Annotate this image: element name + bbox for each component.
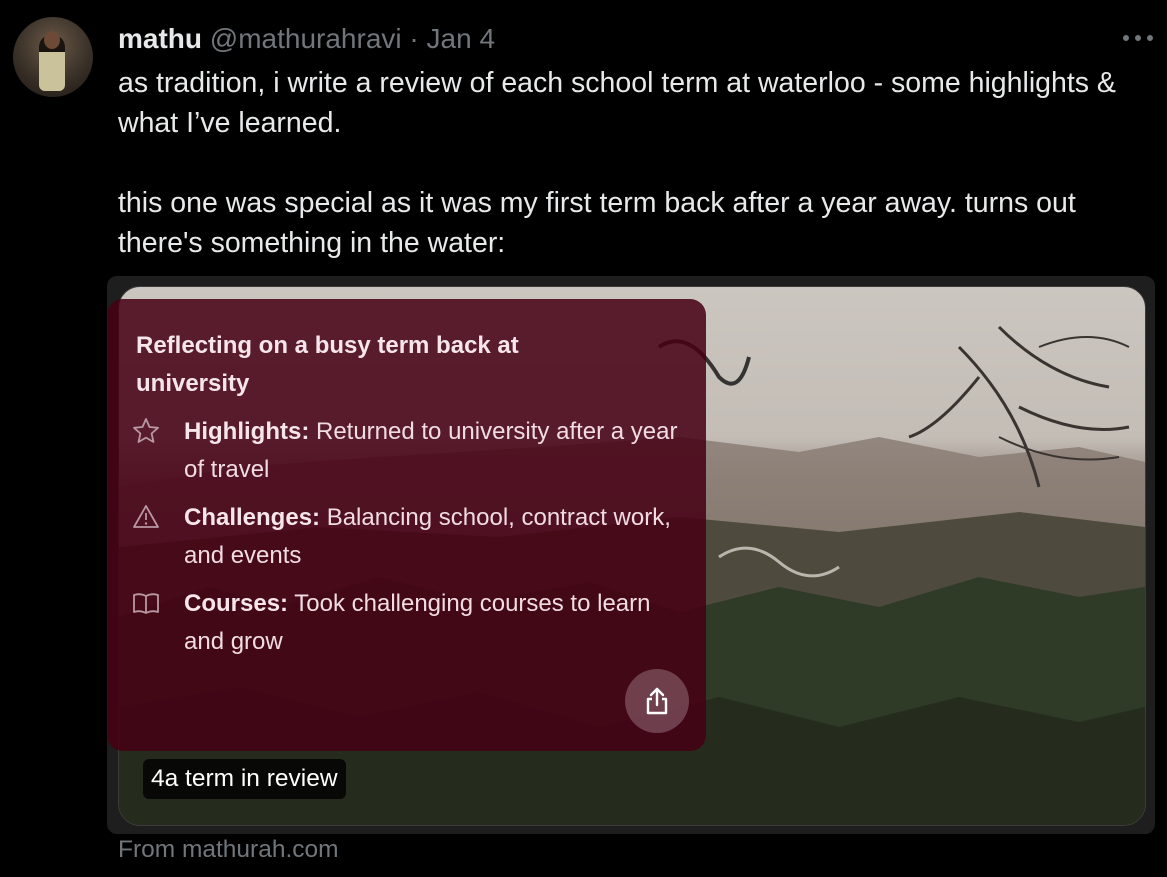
summary-item-label: Courses: (184, 590, 289, 617)
summary-item-label: Challenges: (184, 504, 321, 531)
tweet-date[interactable]: Jan 4 (427, 23, 496, 54)
tweet-paragraph-2: this one was special as it was my first … (118, 187, 1076, 259)
share-icon (646, 687, 668, 715)
tweet-text: as tradition, i write a review of each s… (118, 63, 1138, 263)
tweet-header: mathu @mathurahravi · Jan 4 (118, 22, 495, 56)
avatar[interactable] (13, 17, 93, 97)
warning-icon (133, 505, 159, 528)
share-button[interactable] (625, 669, 689, 733)
tweet-paragraph-1: as tradition, i write a review of each s… (118, 67, 1116, 139)
summary-item-label: Highlights: (184, 418, 310, 445)
header-separator: · (409, 23, 419, 54)
author-handle[interactable]: @mathurahravi (210, 23, 402, 54)
summary-title: Reflecting on a busy term back at univer… (136, 332, 519, 397)
summary-panel: Reflecting on a busy term back at univer… (107, 299, 706, 751)
author-name[interactable]: mathu (118, 23, 202, 54)
avatar-head (44, 31, 60, 49)
card-caption[interactable]: 4a term in review (143, 759, 346, 799)
more-horizontal-icon[interactable] (1123, 26, 1153, 50)
tweet-view: mathu @mathurahravi · Jan 4 as tradition… (0, 0, 1167, 877)
card-source[interactable]: From mathurah.com (118, 834, 339, 866)
summary-item-highlights: Highlights: Returned to university after… (184, 413, 684, 489)
summary-item-challenges: Challenges: Balancing school, contract w… (184, 499, 684, 575)
book-icon (133, 593, 159, 614)
summary-item-courses: Courses: Took challenging courses to lea… (184, 585, 684, 661)
star-icon (133, 418, 159, 443)
